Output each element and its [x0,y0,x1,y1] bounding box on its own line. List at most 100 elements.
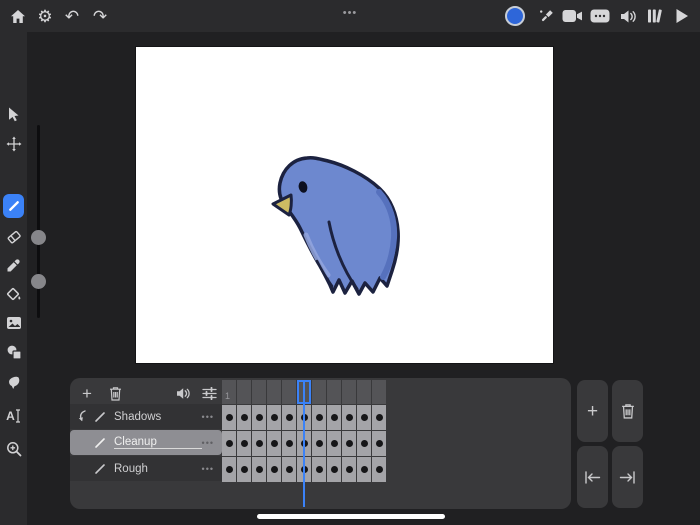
image-tool[interactable] [3,311,24,335]
frame-cell[interactable] [237,457,251,482]
ruler-cell[interactable] [342,380,356,404]
pencil-icon [92,463,108,475]
frame-cell[interactable] [327,457,341,482]
keyframe-dot [256,466,263,473]
fill-tool[interactable] [3,282,24,306]
ruler-cell[interactable] [267,380,281,404]
brush-settings-button[interactable] [534,4,558,28]
redo-button[interactable]: ↷ [88,4,112,28]
keyframe-dot [271,466,278,473]
frame-cell[interactable] [252,457,266,482]
play-button[interactable] [670,4,694,28]
keyframe-dot [316,440,323,447]
brush-tool[interactable] [3,194,24,218]
plus-icon: + [82,385,92,402]
frame-cell[interactable] [237,405,251,430]
ruler-cell[interactable] [252,380,266,404]
select-tool[interactable] [3,102,24,126]
color-swatch[interactable] [505,6,525,26]
frame-cell[interactable] [327,405,341,430]
frame-cell[interactable] [372,457,386,482]
frame-cell[interactable] [222,457,236,482]
eyedropper-tool[interactable] [3,253,24,277]
delete-layer-button[interactable] [104,382,126,404]
frame-cell[interactable] [267,405,281,430]
frame-cell[interactable] [282,405,296,430]
camera-button[interactable] [560,4,584,28]
frame-cell[interactable] [327,431,341,456]
frame-cell[interactable] [342,405,356,430]
brush-opacity-handle[interactable] [31,274,46,289]
layer-audio-button[interactable] [173,382,195,404]
text-tool[interactable]: A [3,404,24,428]
brush-size-handle[interactable] [31,230,46,245]
keyframe-dot [256,440,263,447]
frame-cell[interactable] [282,457,296,482]
frame-cell[interactable] [312,457,326,482]
home-button[interactable] [6,4,30,28]
frame-cell[interactable] [237,431,251,456]
shapes-tool[interactable] [3,340,24,364]
zoom-tool[interactable] [3,437,24,461]
ruler-cell[interactable] [327,380,341,404]
layer-menu-button[interactable]: ••• [202,438,214,448]
library-button[interactable] [643,4,667,28]
drawing-canvas[interactable] [136,47,553,363]
ruler-cell[interactable] [282,380,296,404]
frame-cell[interactable] [312,405,326,430]
layer-menu-button[interactable]: ••• [202,464,214,474]
ruler-cell[interactable] [372,380,386,404]
playhead-line[interactable] [303,380,305,507]
add-frame-button[interactable]: + [577,380,608,442]
frame-cell[interactable] [357,431,371,456]
layer-name-editable[interactable]: Cleanup [114,436,202,449]
frame-cell[interactable] [252,431,266,456]
ruler-cell[interactable] [312,380,326,404]
frame-cell[interactable] [357,405,371,430]
ruler-cell[interactable] [357,380,371,404]
move-arrows-icon [6,136,22,152]
frame-cell[interactable] [372,431,386,456]
frame-cell[interactable] [267,457,281,482]
settings-button[interactable]: ⚙ [33,4,57,28]
layer-row-cleanup[interactable]: Cleanup ••• [70,430,222,455]
audio-button[interactable] [617,4,641,28]
keyframe-dot [286,414,293,421]
layer-row-shadows[interactable]: Shadows ••• [70,404,222,429]
home-indicator[interactable] [257,514,445,519]
go-to-end-button[interactable] [612,446,643,508]
lasso-tool[interactable] [3,370,24,394]
frame-cell[interactable] [252,405,266,430]
captions-button[interactable] [588,4,612,28]
keyframe-dot [316,414,323,421]
keyframe-dot [226,414,233,421]
frame-cell[interactable] [282,431,296,456]
move-tool[interactable] [3,132,24,156]
layer-menu-button[interactable]: ••• [202,412,214,422]
frame-cell[interactable] [312,431,326,456]
shapes-icon [6,344,22,360]
ellipsis-icon: ••• [343,7,358,19]
frame-cell[interactable] [357,457,371,482]
keyframe-dot [361,414,368,421]
brush-slider-track[interactable] [37,125,40,318]
go-to-start-button[interactable] [577,446,608,508]
text-cursor-icon [15,409,21,423]
layer-row-rough[interactable]: Rough ••• [70,456,222,481]
add-layer-button[interactable]: + [76,382,98,404]
undo-button[interactable]: ↶ [60,4,84,28]
timeline-settings-button[interactable] [198,382,220,404]
eraser-tool[interactable] [3,224,24,248]
frame-cell[interactable] [372,405,386,430]
keyframe-dot [271,440,278,447]
keyframe-dot [376,466,383,473]
frame-cell[interactable] [342,457,356,482]
delete-frame-button[interactable] [612,380,643,442]
window-options-menu[interactable]: ••• [336,2,364,24]
frame-cell[interactable] [342,431,356,456]
ruler-cell[interactable]: 1 [222,380,236,404]
frame-cell[interactable] [222,431,236,456]
ruler-cell[interactable] [237,380,251,404]
frame-cell[interactable] [267,431,281,456]
frame-cell[interactable] [222,405,236,430]
